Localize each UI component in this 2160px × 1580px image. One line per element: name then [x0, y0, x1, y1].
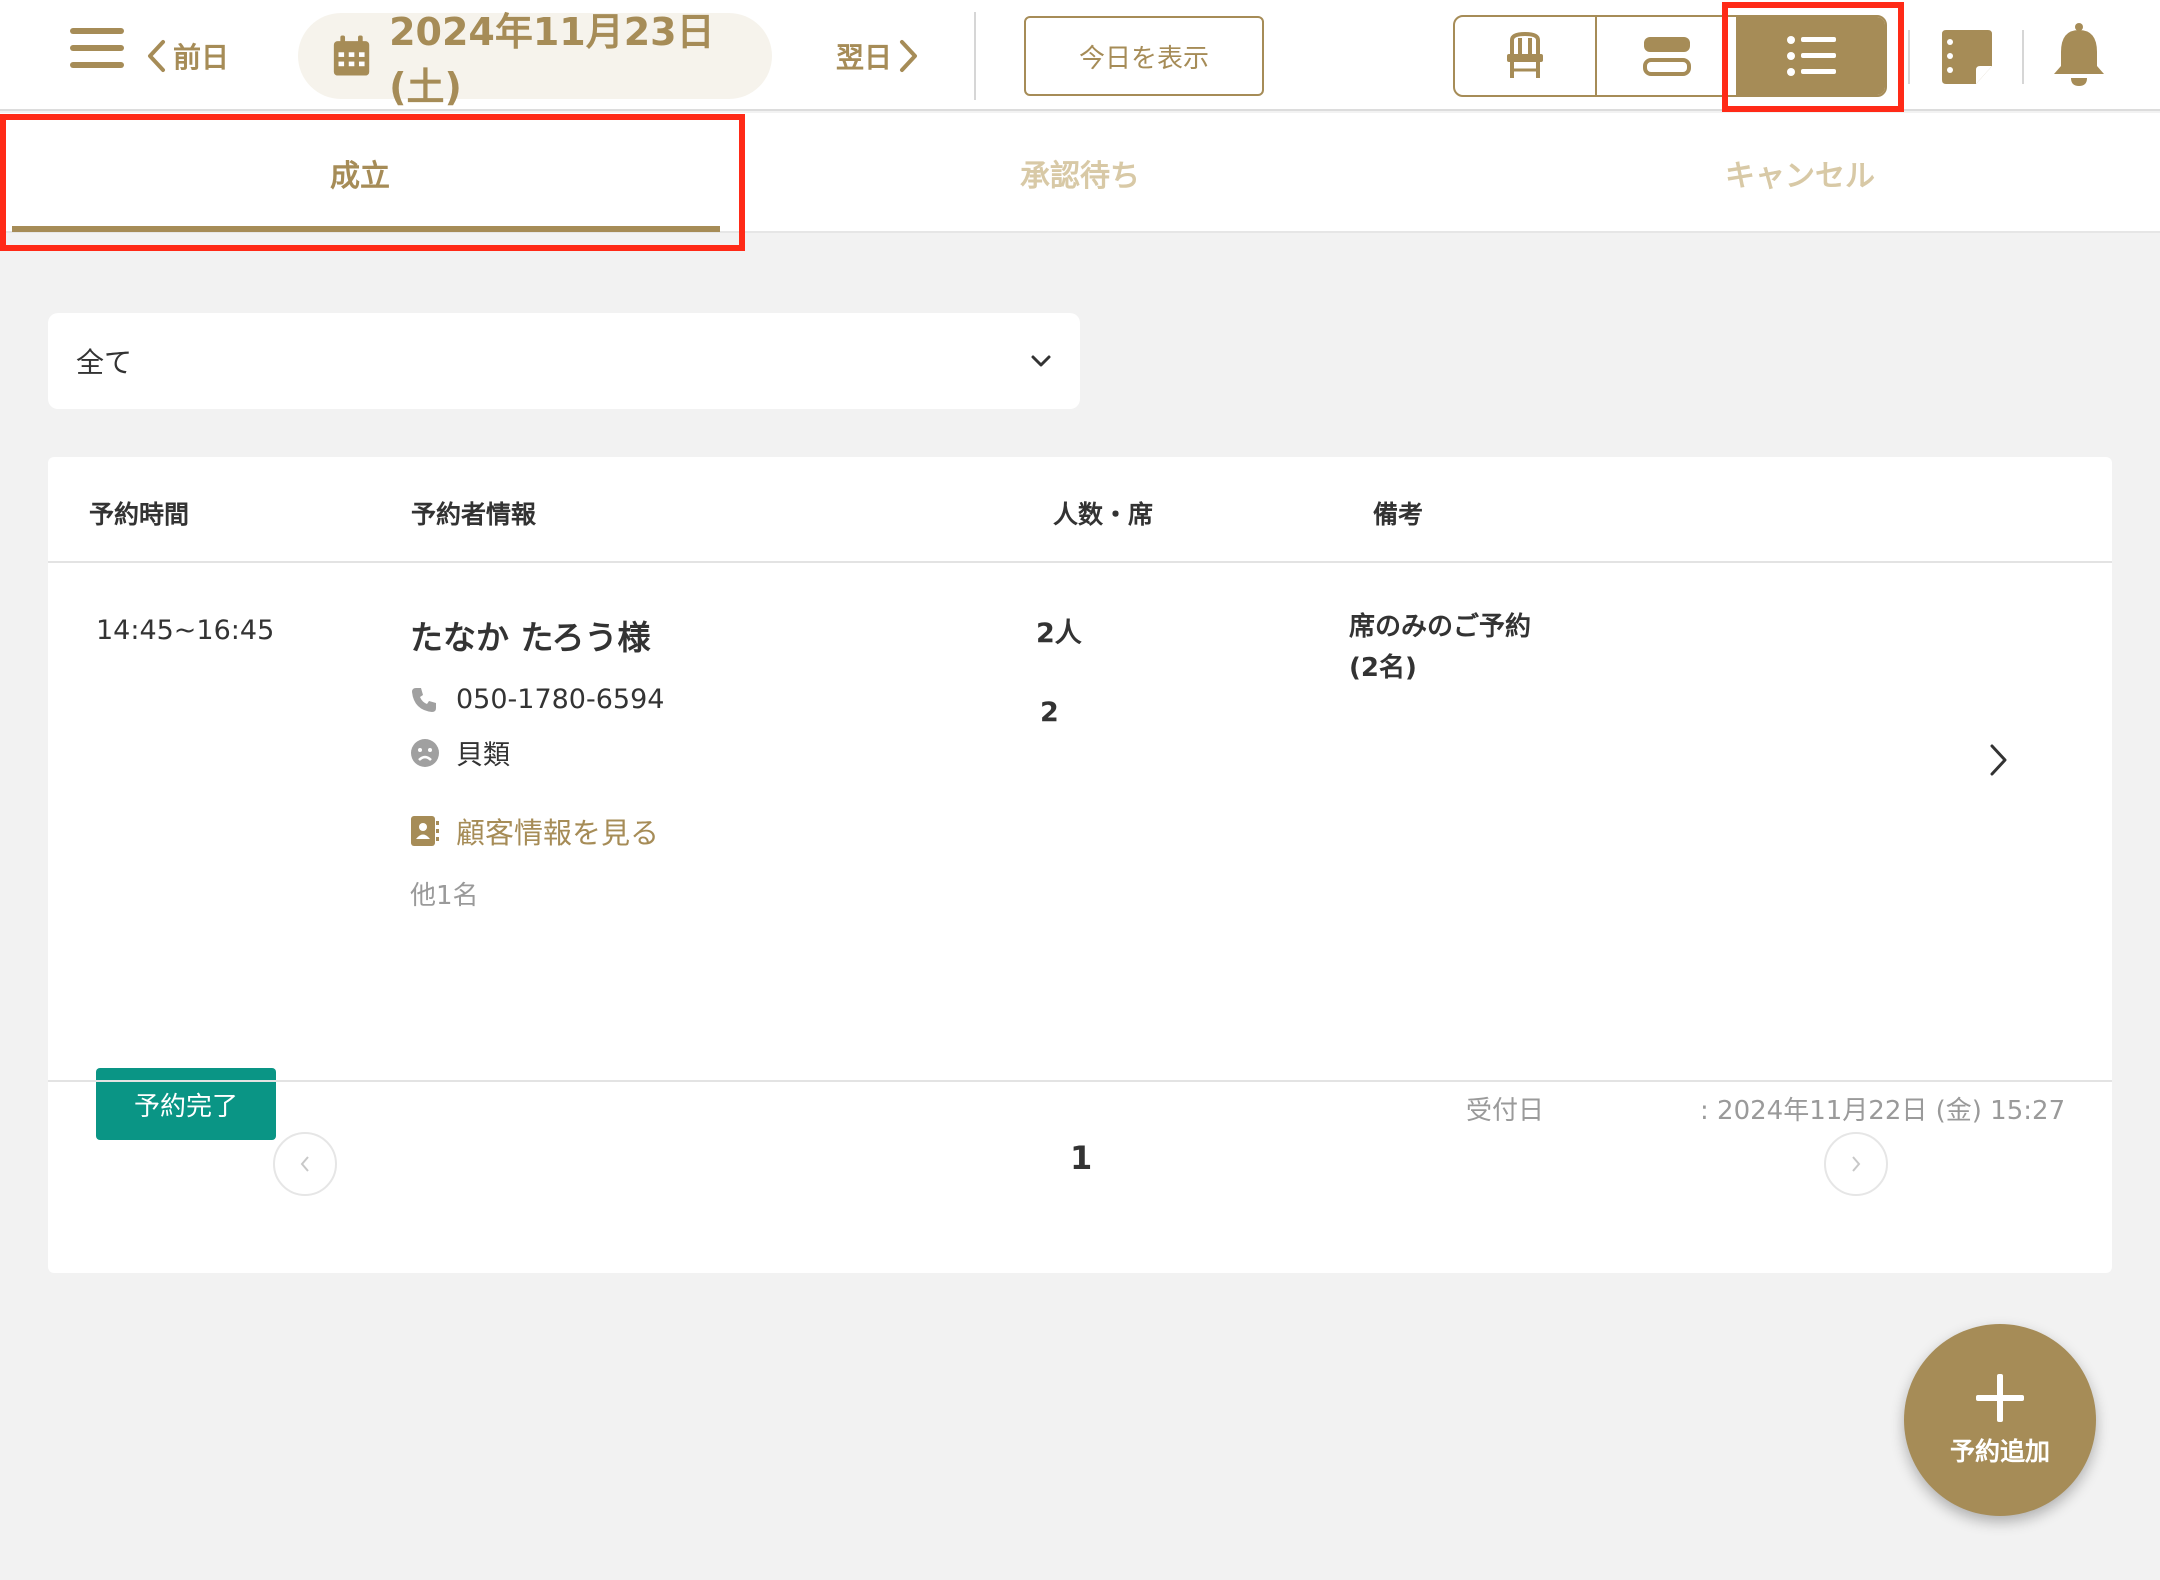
next-day-label: 翌日	[836, 41, 893, 74]
customer-info-link-label: 顧客情報を見る	[456, 816, 660, 850]
show-today-button[interactable]: 今日を表示	[1024, 16, 1264, 96]
chevron-right-icon	[900, 40, 918, 72]
customer-name: たなか たろう様	[410, 618, 651, 657]
top-bar: 前日 2024年11月23日 (土) 翌日 今日を表示	[0, 0, 2160, 112]
sad-face-icon	[411, 738, 439, 767]
filter-select[interactable]: 全て	[48, 313, 1080, 409]
header-party: 人数・席	[1053, 500, 1154, 529]
divider	[1908, 30, 1910, 84]
prev-page-button[interactable]	[273, 1132, 337, 1196]
status-badge[interactable]: 予約完了	[96, 1068, 276, 1140]
customer-info-link[interactable]: 顧客情報を見る	[410, 810, 659, 852]
reservation-notes: 席のみのご予約 (2名)	[1349, 607, 1531, 689]
add-reservation-label: 予約追加	[1949, 1437, 2050, 1466]
header-time: 予約時間	[89, 500, 190, 529]
chevron-right-icon	[1852, 1156, 1861, 1172]
timeline-view-button[interactable]	[1597, 17, 1739, 95]
prev-day-label: 前日	[173, 41, 230, 74]
received-date-label: 受付日	[1466, 1096, 1545, 1126]
divider	[974, 12, 976, 100]
highlight-box	[1722, 2, 1904, 112]
chair-icon	[1506, 32, 1543, 78]
prev-day-button[interactable]: 前日	[145, 30, 229, 82]
page-number[interactable]: 1	[1070, 1139, 1092, 1177]
contact-card-icon	[411, 816, 439, 846]
phone-icon	[412, 687, 436, 712]
allergy-label: 貝類	[456, 740, 510, 771]
note-line: (2名)	[1349, 653, 1417, 683]
tab-cancelled[interactable]: キャンセル	[1440, 113, 2160, 233]
customer-phone: 050-1780-6594	[456, 684, 665, 715]
divider	[2022, 30, 2024, 84]
chevron-down-icon	[1031, 355, 1051, 367]
memo-icon[interactable]	[1938, 28, 1996, 90]
hamburger-menu-icon[interactable]	[70, 28, 124, 84]
allergy-row: 貝類	[410, 733, 510, 772]
party-size: 2人	[1036, 618, 1082, 649]
date-label: 2024年11月23日 (土)	[389, 10, 715, 109]
date-picker-button[interactable]: 2024年11月23日 (土)	[298, 10, 772, 109]
chevron-right-icon[interactable]	[1989, 743, 2009, 777]
tab-pending[interactable]: 承認待ち	[720, 113, 1440, 233]
seat-number: 2	[1040, 697, 1059, 728]
additional-guests: 他1名	[410, 881, 479, 911]
divider	[48, 1080, 2112, 1082]
received-date-value: : 2024年11月22日 (金) 15:27	[1700, 1096, 2066, 1126]
calendar-icon	[333, 35, 370, 76]
filter-selected-value: 全て	[76, 346, 133, 379]
phone-row: 050-1780-6594	[410, 684, 664, 715]
chevron-left-icon	[148, 40, 165, 72]
note-line: 席のみのご予約	[1349, 612, 1532, 642]
table-header: 予約時間 予約者情報 人数・席 備考	[48, 457, 2112, 563]
add-reservation-button[interactable]: 予約追加	[1904, 1324, 2096, 1516]
seat-view-button[interactable]	[1455, 17, 1597, 95]
table-row[interactable]: 14:45~16:45 たなか たろう様 050-1780-6594 貝類 顧客…	[48, 565, 2112, 1140]
chevron-left-icon	[300, 1156, 309, 1172]
plus-icon	[1976, 1374, 2024, 1422]
header-customer: 予約者情報	[411, 500, 537, 529]
bell-icon[interactable]	[2050, 22, 2108, 92]
highlight-box	[0, 114, 745, 251]
next-page-button[interactable]	[1824, 1132, 1888, 1196]
rows-icon	[1642, 37, 1691, 76]
reservation-list-card: 予約時間 予約者情報 人数・席 備考 14:45~16:45 たなか たろう様 …	[48, 457, 2112, 1273]
next-day-button[interactable]: 翌日	[836, 30, 920, 82]
header-notes: 備考	[1373, 500, 1424, 529]
reservation-time: 14:45~16:45	[96, 615, 275, 646]
